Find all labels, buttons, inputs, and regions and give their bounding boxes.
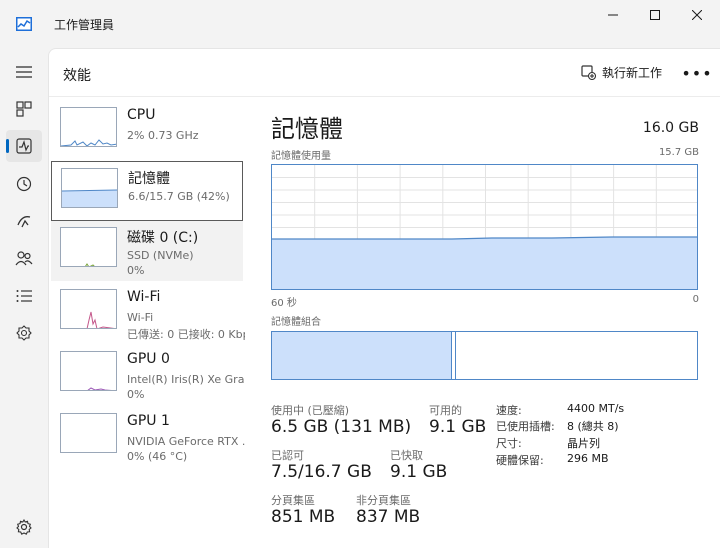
resource-usage: 0% (46 °C) [127,450,188,463]
spec-speed-key: 速度: [496,404,522,417]
nav-app-history[interactable] [6,168,42,200]
committed-value: 7.5/16.7 GB [271,462,372,482]
paged-pool-label: 分頁集區 [271,494,315,507]
resource-detail: NVIDIA GeForce RTX ... [127,435,245,448]
services-icon [16,325,32,341]
nav-users[interactable] [6,242,42,274]
composition-modified [453,332,456,379]
maximize-button[interactable] [632,0,678,30]
resource-usage: 已傳送: 0 已接收: 0 Kbps [127,328,245,341]
detail-title: 記憶體 [271,115,343,143]
title-bar: 工作管理員 [0,0,720,48]
gpu0-thumbnail-graph [60,351,117,391]
maximize-icon [650,10,660,20]
resource-item-cpu[interactable]: CPU 2% 0.73 GHz [51,101,243,161]
close-icon [692,10,702,20]
cpu-thumbnail-graph [60,107,117,147]
settings-icon [16,519,32,535]
more-options-button[interactable]: ••• [681,61,711,85]
spec-speed-value: 4400 MT/s [567,402,625,415]
resource-name: GPU 1 [127,413,170,429]
resource-name: 記憶體 [128,171,170,187]
spec-reserved-key: 硬體保留: [496,454,544,467]
composition-in-use [272,332,452,379]
resource-item-gpu0[interactable]: GPU 0 Intel(R) Iris(R) Xe Graphics 0% [51,345,245,405]
main-panel: 效能 執行新工作 ••• CPU 2% 0.73 GHz 記憶體 6.6/15.… [48,48,720,548]
users-icon [15,251,33,266]
startup-apps-icon [17,216,31,228]
nonpaged-pool-label: 非分頁集區 [356,494,411,507]
available-label: 可用的 [429,404,462,417]
memory-usage-graph [271,164,698,290]
nav-services[interactable] [6,317,42,349]
cached-label: 已快取 [390,449,423,462]
resource-detail: Intel(R) Iris(R) Xe Graphics [127,373,245,386]
nav-performance[interactable] [6,130,42,162]
run-new-task-icon [581,65,596,80]
in-use-label: 使用中 (已壓縮) [271,404,350,417]
task-manager-logo-icon [16,17,32,31]
app-history-icon [16,176,32,192]
resource-detail: 2% 0.73 GHz [127,129,199,142]
run-new-task-label: 執行新工作 [602,66,663,80]
nav-startup-apps[interactable] [6,205,42,237]
paged-pool-value: 851 MB [271,507,336,527]
resource-name: 磁碟 0 (C:) [127,230,199,246]
minimize-button[interactable] [590,0,636,30]
window-title: 工作管理員 [54,18,115,32]
performance-icon [16,138,32,154]
hamburger-menu-button[interactable] [6,56,42,88]
resource-name: Wi-Fi [127,289,161,305]
gpu1-thumbnail-graph [60,413,117,453]
spec-reserved-value: 296 MB [567,452,609,465]
resource-usage: 0% [127,388,145,401]
spec-slots-value: 8 (總共 8) [567,420,619,433]
settings-button[interactable] [8,512,40,542]
nonpaged-pool-value: 837 MB [356,507,421,527]
page-title: 效能 [63,68,91,84]
memory-composition-label: 記憶體組合 [271,317,321,328]
spec-form-factor-value: 晶片列 [567,437,600,450]
memory-total: 16.0 GB [642,120,699,136]
resource-name: CPU [127,107,156,123]
close-button[interactable] [674,0,720,30]
spec-slots-key: 已使用插槽: [496,420,555,433]
graph-time-right: 0 [692,294,699,305]
nav-processes[interactable] [6,93,42,125]
wifi-thumbnail-graph [60,289,117,329]
resource-name: GPU 0 [127,351,170,367]
resource-item-disk[interactable]: 磁碟 0 (C:) SSD (NVMe) 0% [51,221,243,281]
disk-thumbnail-graph [60,227,117,267]
resource-item-gpu1[interactable]: GPU 1 NVIDIA GeForce RTX ... 0% (46 °C) [51,407,245,467]
page-header: 效能 執行新工作 ••• [49,49,720,97]
available-value: 9.1 GB [429,417,487,437]
resource-item-wifi[interactable]: Wi-Fi Wi-Fi 已傳送: 0 已接收: 0 Kbps [51,283,245,343]
memory-usage-chart [272,165,697,289]
resource-detail: 6.6/15.7 GB (42%) [128,190,230,203]
hamburger-menu-icon [16,66,32,78]
run-new-task-button[interactable]: 執行新工作 [581,64,662,81]
nav-rail [0,48,48,548]
spec-form-factor-key: 尺寸: [496,437,522,450]
graph-time-left: 60 秒 [271,298,297,309]
memory-usage-max: 15.7 GB [658,147,699,158]
in-use-value: 6.5 GB (131 MB) [271,417,412,437]
details-icon [16,290,32,302]
memory-composition-bar [271,331,698,380]
nav-details[interactable] [6,280,42,312]
cached-value: 9.1 GB [390,462,448,482]
committed-label: 已認可 [271,449,304,462]
minimize-icon [608,14,618,16]
memory-usage-label: 記憶體使用量 [271,151,331,162]
resource-detail: SSD (NVMe) [127,249,194,262]
memory-thumbnail-graph [61,168,118,208]
resource-detail: Wi-Fi [127,311,154,324]
resource-usage: 0% [127,264,145,277]
resource-item-memory[interactable]: 記憶體 6.6/15.7 GB (42%) [51,161,243,221]
processes-icon [16,101,32,117]
